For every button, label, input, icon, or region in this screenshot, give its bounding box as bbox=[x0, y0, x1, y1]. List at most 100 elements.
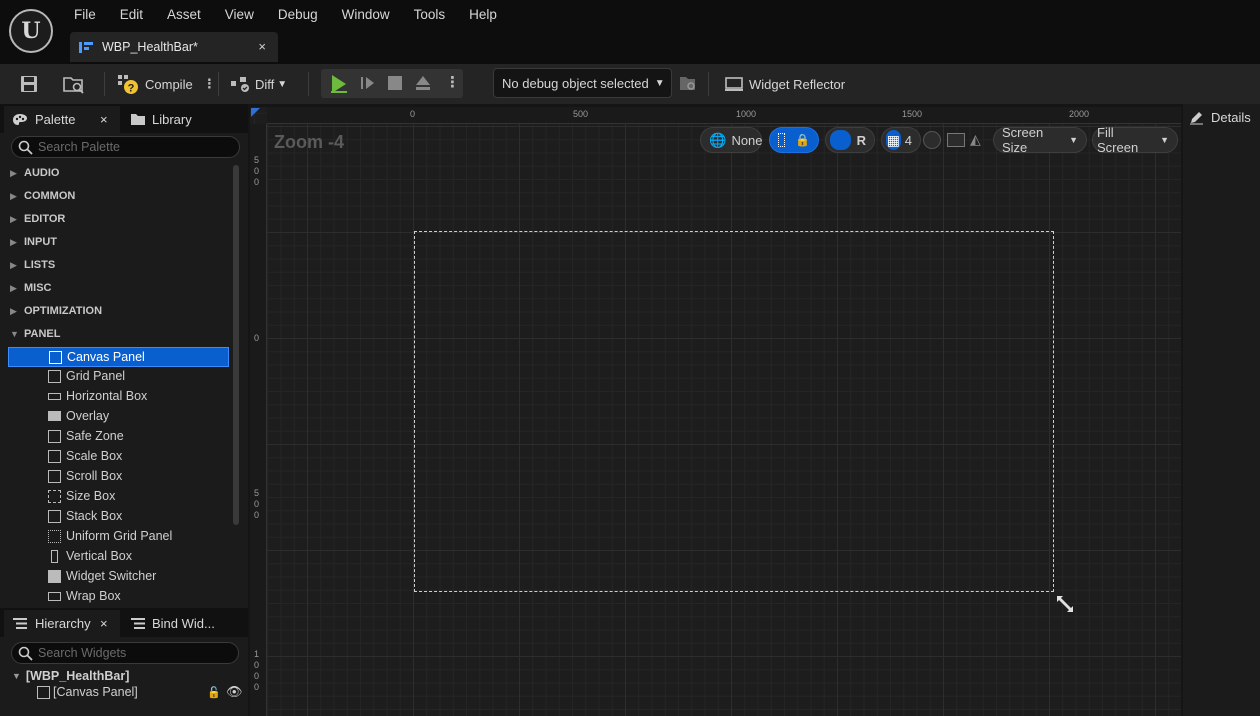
menu-edit[interactable]: Edit bbox=[108, 6, 155, 23]
close-icon[interactable]: × bbox=[100, 112, 108, 127]
palette-item-label: Stack Box bbox=[66, 509, 123, 523]
tab-palette[interactable]: Palette × bbox=[4, 106, 120, 133]
palette-item-widget-switcher[interactable]: Widget Switcher bbox=[8, 566, 229, 586]
fill-screen-label: Fill Screen bbox=[1097, 125, 1139, 155]
hierarchy-root-row[interactable]: ▼ [WBP_HealthBar] bbox=[12, 669, 129, 683]
lock-icon[interactable]: 🔓 bbox=[207, 686, 221, 699]
category-panel[interactable]: ▼ PANEL bbox=[8, 323, 230, 345]
flip-icon[interactable]: ◭ bbox=[970, 131, 981, 148]
close-icon[interactable]: × bbox=[100, 616, 108, 631]
palette-item-vertical-box[interactable]: Vertical Box bbox=[8, 546, 229, 566]
fill-screen-dropdown[interactable]: Fill Screen ▼ bbox=[1092, 125, 1178, 155]
palette-item-label: Scale Box bbox=[66, 449, 123, 463]
category-audio[interactable]: ▶ AUDIO bbox=[8, 162, 230, 184]
chevron-right-icon: ▶ bbox=[10, 259, 17, 270]
lock-icon: 🔒 bbox=[795, 133, 810, 147]
toolbar-separator bbox=[104, 72, 105, 96]
ruler-label: 0 bbox=[254, 177, 260, 187]
folder-icon bbox=[131, 114, 145, 125]
palette-item-grid-panel[interactable]: Grid Panel bbox=[8, 366, 229, 386]
palette-item-size-box[interactable]: Size Box bbox=[8, 486, 229, 506]
close-icon[interactable]: × bbox=[258, 39, 266, 54]
localization-button[interactable]: 🌐 None bbox=[700, 127, 763, 153]
tab-hierarchy[interactable]: Hierarchy × bbox=[4, 610, 120, 637]
background-image-icon[interactable] bbox=[947, 133, 965, 147]
details-title: Details bbox=[1211, 110, 1251, 125]
save-button[interactable] bbox=[20, 71, 38, 97]
resize-handle-icon[interactable] bbox=[1055, 594, 1075, 614]
palette-item-uniform-grid-panel[interactable]: Uniform Grid Panel bbox=[8, 526, 229, 546]
category-input[interactable]: ▶ INPUT bbox=[8, 231, 230, 253]
tab-hierarchy-label: Hierarchy bbox=[35, 616, 91, 631]
menu-file[interactable]: File bbox=[62, 6, 108, 23]
toolbar-separator bbox=[308, 72, 309, 96]
transform-toggle[interactable]: 🔒 bbox=[769, 127, 819, 153]
compile-button[interactable]: ? Compile ⋮ bbox=[116, 71, 216, 97]
eject-icon[interactable] bbox=[414, 74, 432, 92]
chevron-right-icon: ▶ bbox=[10, 236, 17, 247]
widget-reflector-button[interactable]: Widget Reflector bbox=[724, 71, 845, 97]
stop-icon[interactable] bbox=[387, 75, 403, 91]
palette-item-horizontal-box[interactable]: Horizontal Box bbox=[8, 386, 229, 406]
menu-help[interactable]: Help bbox=[457, 6, 509, 23]
palette-search-input[interactable]: Search Palette bbox=[11, 136, 240, 158]
category-misc[interactable]: ▶ MISC bbox=[8, 277, 230, 299]
debug-browse-icon[interactable] bbox=[679, 74, 697, 92]
palette-item-scale-box[interactable]: Scale Box bbox=[8, 446, 229, 466]
category-lists[interactable]: ▶ LISTS bbox=[8, 254, 230, 276]
chevron-down-icon: ▼ bbox=[12, 671, 21, 681]
palette-tab-bar: Palette × Library bbox=[0, 104, 248, 133]
menu-asset[interactable]: Asset bbox=[155, 6, 213, 23]
canvas-panel-icon bbox=[49, 350, 62, 364]
palette-item-canvas-panel[interactable]: Canvas Panel bbox=[8, 347, 229, 367]
play-options-icon[interactable]: ⋮ bbox=[445, 73, 460, 91]
tab-bind-widgets[interactable]: Bind Wid... bbox=[130, 610, 240, 637]
palette-item-scroll-box[interactable]: Scroll Box bbox=[8, 466, 229, 486]
compile-options-icon[interactable]: ⋮ bbox=[203, 76, 216, 92]
horizontal-box-icon bbox=[48, 392, 61, 400]
ruler-top: 0 500 1000 1500 2000 bbox=[267, 107, 1181, 124]
details-tab[interactable]: Details bbox=[1189, 110, 1251, 125]
category-editor[interactable]: ▶ EDITOR bbox=[8, 208, 230, 230]
diff-button[interactable]: Diff ▼ bbox=[230, 71, 287, 97]
category-label: PANEL bbox=[24, 328, 61, 340]
step-icon[interactable] bbox=[359, 74, 377, 92]
category-optimization[interactable]: ▶ OPTIMIZATION bbox=[8, 300, 230, 322]
chevron-down-icon: ▼ bbox=[1069, 135, 1078, 145]
menu-window[interactable]: Window bbox=[330, 6, 402, 23]
palette-item-label: Horizontal Box bbox=[66, 389, 148, 403]
hierarchy-search-input[interactable]: Search Widgets bbox=[11, 642, 239, 664]
document-tab[interactable]: WBP_HealthBar* × bbox=[70, 32, 278, 62]
menu-debug[interactable]: Debug bbox=[266, 6, 330, 23]
debug-object-select[interactable]: No debug object selected ▼ bbox=[493, 68, 672, 98]
palette-scrollbar[interactable] bbox=[233, 165, 239, 525]
palette-item-safe-zone[interactable]: Safe Zone bbox=[8, 426, 229, 446]
diff-icon bbox=[231, 77, 249, 92]
ruler-label: 5 bbox=[254, 488, 260, 498]
screen-size-dropdown[interactable]: Screen Size ▼ bbox=[993, 125, 1087, 155]
hierarchy-canvas-panel-row[interactable]: [Canvas Panel] 🔓 👁 bbox=[37, 684, 243, 700]
ruler-label: 0 bbox=[254, 166, 260, 176]
tab-library[interactable]: Library bbox=[130, 106, 240, 133]
menu-tools[interactable]: Tools bbox=[402, 6, 458, 23]
play-icon[interactable] bbox=[328, 73, 350, 95]
unreal-logo-icon[interactable]: U bbox=[9, 9, 53, 53]
hierarchy-icon bbox=[13, 618, 27, 629]
palette-item-overlay[interactable]: Overlay bbox=[8, 406, 229, 426]
grid-snap-toggle[interactable]: ▦ 4 bbox=[881, 127, 921, 153]
category-common[interactable]: ▶ COMMON bbox=[8, 185, 230, 207]
category-label: OPTIMIZATION bbox=[24, 305, 103, 317]
palette-item-stack-box[interactable]: Stack Box bbox=[8, 506, 229, 526]
browse-button[interactable] bbox=[62, 71, 86, 97]
compile-warning-icon: ? bbox=[118, 75, 138, 95]
eye-icon[interactable]: 👁 bbox=[226, 684, 243, 700]
size-box-icon bbox=[48, 489, 61, 503]
category-label: EDITOR bbox=[24, 213, 66, 225]
widget-reflector-icon bbox=[725, 77, 743, 91]
pointer-select-icon[interactable] bbox=[923, 131, 941, 149]
respect-locks-toggle[interactable]: R bbox=[825, 127, 875, 153]
palette-item-label: Overlay bbox=[66, 409, 110, 423]
widget-artboard[interactable] bbox=[414, 231, 1054, 592]
palette-item-wrap-box[interactable]: Wrap Box bbox=[8, 586, 229, 606]
menu-view[interactable]: View bbox=[213, 6, 266, 23]
